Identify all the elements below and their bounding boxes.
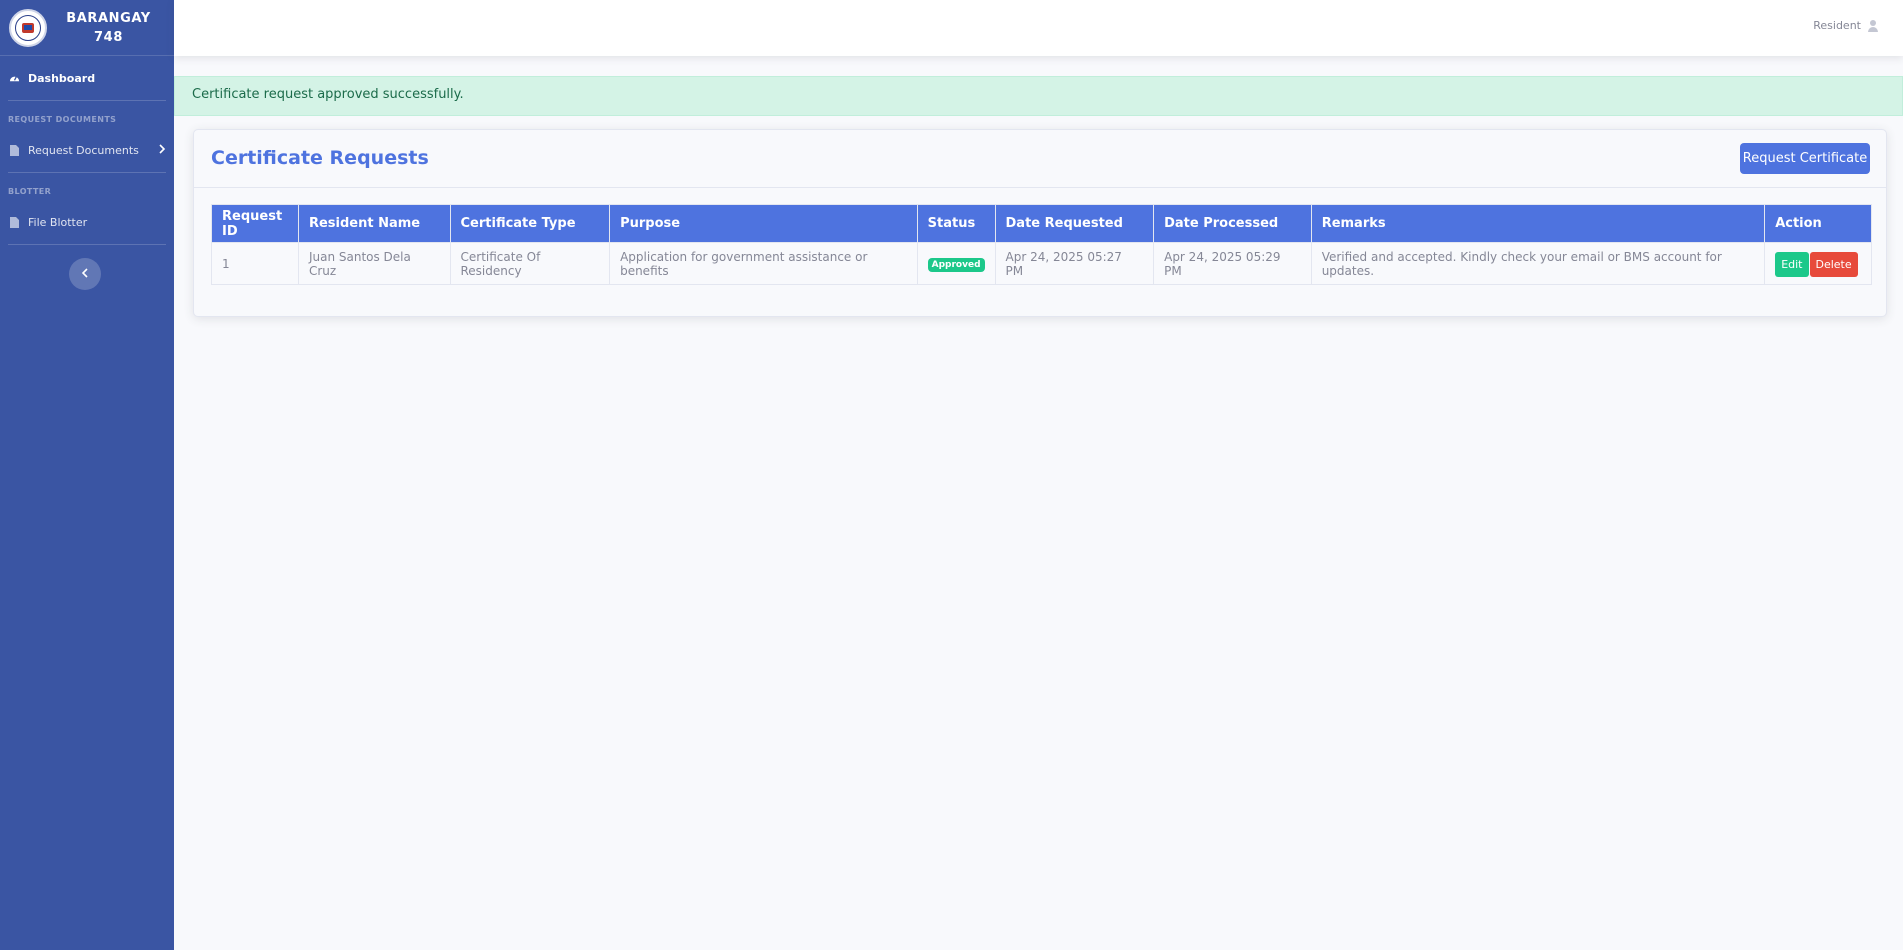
brand-text: BARANGAY 748 [47, 9, 174, 47]
requests-table: Request ID Resident Name Certificate Typ… [211, 204, 1872, 285]
cell-remarks: Verified and accepted. Kindly check your… [1310, 242, 1766, 285]
sidebar-item-label: Dashboard [28, 71, 96, 85]
table-row: 1 Juan Santos Dela Cruz Certificate Of R… [211, 242, 1872, 285]
success-alert: Certificate request approved successfull… [174, 76, 1903, 116]
user-name: Resident [1813, 19, 1861, 32]
cell-status: Approved [916, 242, 996, 285]
column-header[interactable]: Status [916, 204, 996, 243]
sidebar-item-label: Request Documents [28, 143, 139, 157]
brand-line2: 748 [94, 29, 123, 45]
column-header[interactable]: Remarks [1310, 204, 1766, 243]
sidebar: BARANGAY 748 Dashboard REQUEST DOCUMENTS… [0, 0, 174, 950]
cell-action: Edit Delete [1764, 242, 1872, 285]
topbar: Resident [174, 0, 1903, 56]
sidebar-item-request-documents[interactable]: Request Documents [0, 128, 174, 172]
sidebar-heading-request: REQUEST DOCUMENTS [8, 115, 117, 124]
user-menu[interactable]: Resident [1813, 19, 1879, 32]
column-header[interactable]: Certificate Type [449, 204, 611, 243]
file-icon [8, 216, 20, 228]
brand[interactable]: BARANGAY 748 [0, 0, 174, 56]
column-header[interactable]: Purpose [609, 204, 918, 243]
column-header[interactable]: Date Requested [994, 204, 1155, 243]
sidebar-toggle-button[interactable] [69, 258, 101, 290]
chevron-right-icon [159, 143, 166, 157]
cell-certificate-type: Certificate Of Residency [449, 242, 611, 285]
sidebar-item-file-blotter[interactable]: File Blotter [0, 200, 174, 244]
sidebar-heading-blotter: BLOTTER [8, 187, 52, 196]
sidebar-divider [8, 244, 166, 245]
edit-button[interactable]: Edit [1775, 252, 1809, 277]
column-header[interactable]: Action [1764, 204, 1872, 243]
column-header[interactable]: Request ID [211, 204, 299, 243]
status-badge: Approved [927, 257, 985, 272]
tachometer-icon [8, 72, 20, 84]
alert-message: Certificate request approved successfull… [192, 87, 464, 102]
file-icon [8, 144, 20, 156]
brand-line1: BARANGAY [66, 10, 151, 26]
request-certificate-button[interactable]: Request Certificate [1740, 143, 1870, 174]
user-icon [1867, 19, 1879, 32]
column-header[interactable]: Date Processed [1153, 204, 1312, 243]
cell-resident-name: Juan Santos Dela Cruz [297, 242, 451, 285]
certificate-requests-card: Certificate Requests Request Certificate… [193, 129, 1887, 317]
table-header-row: Request ID Resident Name Certificate Typ… [211, 204, 1872, 243]
chevron-left-icon [81, 267, 89, 281]
page-title: Certificate Requests [211, 147, 429, 169]
barangay-seal-logo [9, 8, 47, 47]
cell-request-id: 1 [211, 242, 299, 285]
cell-date-processed: Apr 24, 2025 05:29 PM [1153, 242, 1312, 285]
delete-button[interactable]: Delete [1809, 252, 1858, 277]
sidebar-item-label: File Blotter [28, 215, 88, 229]
cell-date-requested: Apr 24, 2025 05:27 PM [994, 242, 1155, 285]
column-header[interactable]: Resident Name [297, 204, 451, 243]
sidebar-item-dashboard[interactable]: Dashboard [0, 56, 174, 100]
cell-purpose: Application for government assistance or… [609, 242, 918, 285]
card-header: Certificate Requests Request Certificate [194, 130, 1886, 188]
